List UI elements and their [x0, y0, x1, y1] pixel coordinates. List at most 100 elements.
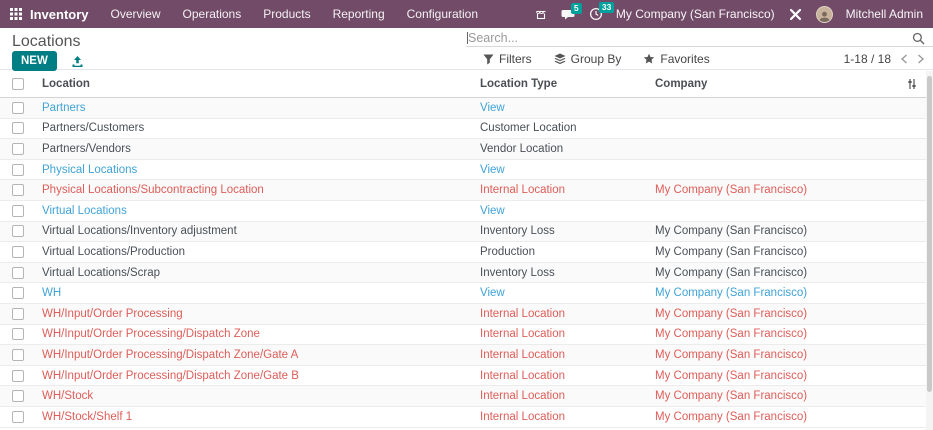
row-checkbox[interactable]	[12, 122, 24, 134]
filters-button[interactable]: Filters	[483, 52, 532, 66]
cell-location-type[interactable]: Inventory Loss	[480, 267, 655, 279]
row-checkbox[interactable]	[12, 328, 24, 340]
cell-company[interactable]: My Company (San Francisco)	[655, 370, 898, 382]
cell-location[interactable]: Physical Locations/Subcontracting Locati…	[32, 184, 480, 196]
cell-location-type[interactable]: Internal Location	[480, 390, 655, 402]
row-checkbox[interactable]	[12, 164, 24, 176]
cell-location-type[interactable]: Internal Location	[480, 184, 655, 196]
cell-location-type[interactable]: View	[480, 164, 655, 176]
messages-icon[interactable]: 5	[561, 8, 576, 21]
table-row[interactable]: Physical Locations/Subcontracting Locati…	[0, 180, 926, 201]
group-by-button[interactable]: Group By	[554, 52, 622, 66]
cell-location-type[interactable]: Internal Location	[480, 370, 655, 382]
storefront-icon[interactable]	[534, 7, 548, 21]
cell-company[interactable]: My Company (San Francisco)	[655, 349, 898, 361]
cell-location[interactable]: WH/Input/Order Processing/Dispatch Zone	[32, 328, 480, 340]
cell-company[interactable]: My Company (San Francisco)	[655, 225, 898, 237]
search-icon[interactable]	[912, 32, 925, 45]
menu-products[interactable]: Products	[263, 7, 310, 21]
menu-operations[interactable]: Operations	[183, 7, 242, 21]
cell-company[interactable]: My Company (San Francisco)	[655, 328, 898, 340]
table-row[interactable]: WH/Input/Order Processing/Dispatch Zone/…	[0, 366, 926, 387]
table-row[interactable]: Partners/Customers Customer Location	[0, 119, 926, 140]
row-checkbox[interactable]	[12, 349, 24, 361]
cell-location-type[interactable]: View	[480, 287, 655, 299]
table-row[interactable]: WH/Stock/Shelf 1 Internal Location My Co…	[0, 407, 926, 428]
cell-location-type[interactable]: Internal Location	[480, 411, 655, 423]
new-button[interactable]: NEW	[12, 51, 57, 71]
row-checkbox[interactable]	[12, 225, 24, 237]
tools-icon[interactable]	[788, 7, 803, 22]
row-checkbox[interactable]	[12, 143, 24, 155]
table-row[interactable]: Virtual Locations/Inventory adjustment I…	[0, 222, 926, 243]
table-row[interactable]: Partners View	[0, 98, 926, 119]
cell-location-type[interactable]: View	[480, 102, 655, 114]
apps-grid-icon[interactable]	[10, 8, 22, 20]
row-checkbox[interactable]	[12, 287, 24, 299]
table-row[interactable]: Virtual Locations/Production Production …	[0, 242, 926, 263]
cell-location-type[interactable]: Vendor Location	[480, 143, 655, 155]
search-input[interactable]	[468, 30, 888, 46]
cell-company[interactable]: My Company (San Francisco)	[655, 390, 898, 402]
cell-location[interactable]: Virtual Locations/Production	[32, 246, 480, 258]
cell-location-type[interactable]: Production	[480, 246, 655, 258]
cell-company[interactable]: My Company (San Francisco)	[655, 184, 898, 196]
menu-configuration[interactable]: Configuration	[407, 7, 478, 21]
cell-location[interactable]: WH/Stock/Shelf 1	[32, 411, 480, 423]
cell-location[interactable]: WH/Stock	[32, 390, 480, 402]
user-menu[interactable]: Mitchell Admin	[846, 7, 923, 21]
column-header-location-type[interactable]: Location Type	[480, 78, 655, 90]
cell-location-type[interactable]: Internal Location	[480, 328, 655, 340]
row-checkbox[interactable]	[12, 205, 24, 217]
cell-location[interactable]: WH/Input/Order Processing/Dispatch Zone/…	[32, 370, 480, 382]
cell-location[interactable]: Partners	[32, 102, 480, 114]
cell-location-type[interactable]: Customer Location	[480, 122, 655, 134]
cell-location-type[interactable]: Inventory Loss	[480, 225, 655, 237]
table-row[interactable]: WH/Input/Order Processing/Dispatch Zone …	[0, 325, 926, 346]
app-name[interactable]: Inventory	[30, 7, 89, 22]
cell-location[interactable]: WH	[32, 287, 480, 299]
table-row[interactable]: Physical Locations View	[0, 160, 926, 181]
vertical-scrollbar[interactable]	[926, 71, 933, 430]
cell-company[interactable]: My Company (San Francisco)	[655, 308, 898, 320]
pager-previous-icon[interactable]	[900, 54, 908, 64]
cell-location[interactable]: Partners/Customers	[32, 122, 480, 134]
cell-location-type[interactable]: View	[480, 205, 655, 217]
cell-location[interactable]: Physical Locations	[32, 164, 480, 176]
row-checkbox[interactable]	[12, 267, 24, 279]
cell-location[interactable]: WH/Input/Order Processing	[32, 308, 480, 320]
row-checkbox[interactable]	[12, 184, 24, 196]
cell-location[interactable]: Virtual Locations	[32, 205, 480, 217]
cell-location-type[interactable]: Internal Location	[480, 308, 655, 320]
table-row[interactable]: Virtual Locations/Scrap Inventory Loss M…	[0, 263, 926, 284]
cell-location-type[interactable]: Internal Location	[480, 349, 655, 361]
cell-location[interactable]: Virtual Locations/Scrap	[32, 267, 480, 279]
cell-location[interactable]: Virtual Locations/Inventory adjustment	[32, 225, 480, 237]
upload-icon[interactable]	[71, 55, 84, 68]
favorites-button[interactable]: Favorites	[643, 52, 709, 66]
row-checkbox[interactable]	[12, 246, 24, 258]
cell-location[interactable]: Partners/Vendors	[32, 143, 480, 155]
table-row[interactable]: Virtual Locations View	[0, 201, 926, 222]
table-row[interactable]: WH View My Company (San Francisco)	[0, 283, 926, 304]
scrollbar-thumb[interactable]	[927, 76, 932, 392]
row-checkbox[interactable]	[12, 411, 24, 423]
row-checkbox[interactable]	[12, 370, 24, 382]
column-header-location[interactable]: Location	[32, 78, 480, 90]
cell-company[interactable]: My Company (San Francisco)	[655, 287, 898, 299]
company-switcher[interactable]: My Company (San Francisco)	[616, 7, 775, 21]
user-avatar[interactable]	[816, 6, 833, 23]
table-row[interactable]: WH/Stock Internal Location My Company (S…	[0, 386, 926, 407]
select-all-checkbox[interactable]	[12, 78, 24, 90]
menu-overview[interactable]: Overview	[111, 7, 161, 21]
activities-clock-icon[interactable]: 33	[589, 7, 603, 21]
cell-location[interactable]: WH/Input/Order Processing/Dispatch Zone/…	[32, 349, 480, 361]
optional-columns-icon[interactable]	[898, 78, 926, 90]
row-checkbox[interactable]	[12, 308, 24, 320]
cell-company[interactable]: My Company (San Francisco)	[655, 411, 898, 423]
pager-next-icon[interactable]	[917, 54, 925, 64]
row-checkbox[interactable]	[12, 390, 24, 402]
menu-reporting[interactable]: Reporting	[333, 7, 385, 21]
table-row[interactable]: WH/Input/Order Processing/Dispatch Zone/…	[0, 345, 926, 366]
table-row[interactable]: WH/Input/Order Processing Internal Locat…	[0, 304, 926, 325]
